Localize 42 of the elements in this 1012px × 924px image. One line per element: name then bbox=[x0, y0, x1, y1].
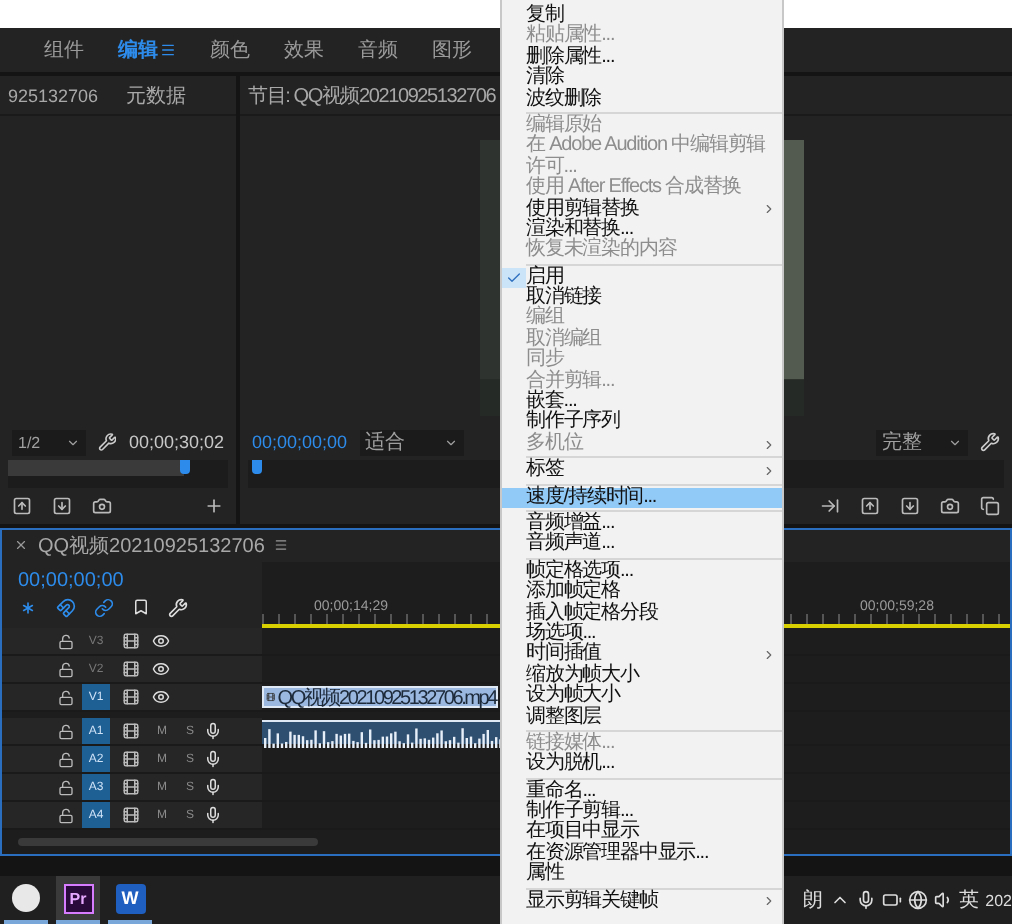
quality-dropdown[interactable]: 完整 bbox=[876, 429, 968, 455]
menu-item[interactable]: 音频声道... bbox=[502, 534, 782, 556]
menu-item[interactable]: 显示剪辑关键帧 bbox=[502, 891, 782, 913]
menu-item[interactable]: 标签 bbox=[502, 460, 782, 482]
taskbar-app[interactable]: Pr bbox=[56, 876, 100, 924]
zoom-dropdown[interactable]: 适合 bbox=[359, 429, 464, 455]
clock[interactable]: 202 bbox=[985, 891, 1012, 909]
menu-item[interactable]: 调整图层 bbox=[502, 707, 782, 728]
taskbar-app[interactable]: W bbox=[108, 876, 152, 924]
panel-tab[interactable]: 元数据 bbox=[126, 81, 187, 109]
video-clip[interactable]: QQ视频20210925132706.mp4 bbox=[262, 686, 498, 709]
workspace-tab[interactable]: 图形 bbox=[432, 36, 472, 64]
timecode: 00;00;00;00 bbox=[18, 569, 126, 592]
panel-tab[interactable]: 925132706 bbox=[8, 85, 99, 105]
premiere-logo: Pr bbox=[63, 883, 93, 913]
weather-text: 朗 bbox=[803, 887, 824, 914]
menu-item[interactable]: 使用剪辑替换 bbox=[502, 199, 782, 220]
timecode: 00;00;30;02 bbox=[128, 432, 224, 452]
workspace-tab[interactable]: 编辑 bbox=[118, 36, 158, 64]
menu-item[interactable]: 制作子剪辑... bbox=[502, 802, 782, 823]
workspace-tab[interactable]: 颜色 bbox=[210, 36, 250, 64]
menu-item[interactable]: 在项目中显示 bbox=[502, 822, 782, 844]
menu-item[interactable]: 设为脱机... bbox=[502, 754, 782, 776]
word-logo: W bbox=[115, 883, 145, 913]
menu-item[interactable]: 设为帧大小 bbox=[502, 686, 782, 707]
menu-item[interactable]: 时间插值 bbox=[502, 644, 782, 666]
menu-item[interactable]: 添加帧定格 bbox=[502, 582, 782, 604]
workspace-tab[interactable]: 音频 bbox=[358, 36, 398, 64]
resolution-dropdown[interactable]: 1/2 bbox=[12, 429, 86, 455]
timeline-title[interactable]: QQ视频20210925132706 bbox=[38, 531, 265, 560]
workspace-tab[interactable]: 组件 bbox=[44, 36, 84, 64]
panel-title: 节目: QQ视频20210925132706 bbox=[248, 83, 496, 109]
menu-item[interactable]: 波纹删除 bbox=[502, 89, 782, 110]
menu-item[interactable]: 插入帧定格分段 bbox=[502, 603, 782, 624]
menu-item[interactable]: 制作子序列 bbox=[502, 412, 782, 434]
language-indicator[interactable]: 英 bbox=[959, 886, 980, 914]
workspace-tab[interactable]: 效果 bbox=[284, 36, 324, 64]
timecode: 00;00;00;00 bbox=[252, 432, 348, 452]
menu-item[interactable]: 属性 bbox=[502, 864, 782, 886]
menu-item[interactable]: 速度/持续时间... bbox=[502, 487, 782, 508]
menu-item[interactable]: 复制 bbox=[502, 6, 782, 27]
menu-item[interactable]: 清除 bbox=[502, 68, 782, 90]
